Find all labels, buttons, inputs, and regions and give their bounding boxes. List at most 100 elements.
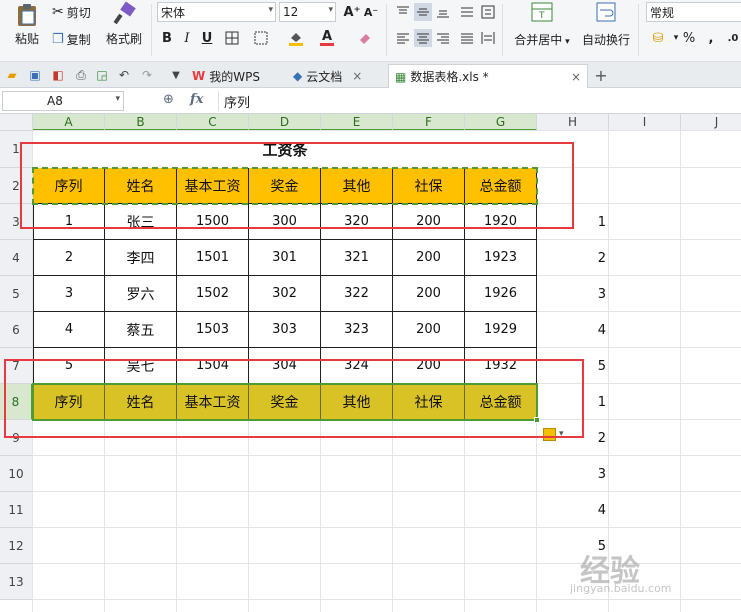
align-middle-button[interactable] (414, 3, 432, 21)
tab-spreadsheet[interactable]: ▦ 数据表格.xls * × (388, 64, 588, 88)
formula-input[interactable]: 序列 (224, 91, 250, 111)
format-painter-button[interactable]: 格式刷 (104, 2, 144, 46)
data-cell[interactable]: 200 (393, 312, 465, 348)
currency-button[interactable]: ⛁ (649, 29, 667, 47)
column-header[interactable]: J (681, 114, 741, 131)
data-cell[interactable]: 1929 (465, 312, 537, 348)
increase-font-button[interactable]: A⁺ (343, 3, 361, 21)
redo-icon: ↷ (141, 68, 153, 82)
align-left-button[interactable] (394, 29, 412, 47)
text-direction-button[interactable] (479, 3, 497, 21)
align-top-button[interactable] (394, 3, 412, 21)
comma-icon: , (708, 30, 714, 46)
data-cell[interactable]: 200 (393, 276, 465, 312)
cut-button[interactable]: ✂ 剪切 (52, 3, 91, 21)
data-cell[interactable]: 1501 (177, 240, 249, 276)
helper-cell[interactable]: 3 (537, 456, 606, 492)
data-cell[interactable]: 罗六 (105, 276, 177, 312)
align-bottom-button[interactable] (434, 3, 452, 21)
font-name-select[interactable]: 宋体 ▾ (157, 2, 276, 22)
font-size-select[interactable]: 12 ▾ (279, 2, 336, 22)
name-box[interactable]: A8 ▾ (2, 91, 124, 111)
open-folder-button[interactable]: ▰ (4, 67, 20, 83)
row-header[interactable]: 11 (0, 492, 33, 528)
column-header[interactable]: A (33, 114, 105, 131)
data-cell[interactable]: 200 (393, 240, 465, 276)
column-header[interactable]: C (177, 114, 249, 131)
svg-text:T: T (538, 11, 545, 21)
data-cell[interactable]: 303 (249, 312, 321, 348)
column-header[interactable]: H (537, 114, 609, 131)
undo-button[interactable]: ↶ (116, 67, 132, 83)
data-cell[interactable]: 3 (33, 276, 105, 312)
align-right-button[interactable] (434, 29, 452, 47)
row-header[interactable]: 13 (0, 564, 33, 600)
data-cell[interactable]: 4 (33, 312, 105, 348)
justify-button[interactable] (458, 29, 476, 47)
column-header[interactable]: B (105, 114, 177, 131)
wrap-lines-button[interactable] (458, 3, 476, 21)
data-cell[interactable]: 2 (33, 240, 105, 276)
row-header[interactable]: 5 (0, 276, 33, 312)
align-center-button[interactable] (414, 29, 432, 47)
data-cell[interactable]: 李四 (105, 240, 177, 276)
comma-button[interactable]: , (702, 29, 720, 47)
decimal-button[interactable]: .0 (724, 29, 741, 47)
row-header[interactable]: 6 (0, 312, 33, 348)
column-header[interactable]: I (609, 114, 681, 131)
data-cell[interactable]: 321 (321, 240, 393, 276)
data-cell[interactable]: 323 (321, 312, 393, 348)
copy-button[interactable]: ❐ 复制 (52, 30, 91, 48)
spreadsheet-grid[interactable]: ABCDEFGHIJ 1 2 3 4 5 6 7 8 9 10 11 12 13 工资条 序列 姓名 基本工资… (0, 114, 741, 612)
data-cell[interactable]: 1923 (465, 240, 537, 276)
insert-function-button[interactable]: fx (190, 92, 203, 107)
helper-cell[interactable]: 4 (537, 312, 606, 348)
print-preview-button[interactable]: ◲ (94, 67, 110, 83)
select-all-corner[interactable] (0, 114, 33, 131)
data-cell[interactable]: 1502 (177, 276, 249, 312)
paste-button[interactable]: 粘贴 (8, 2, 46, 46)
bold-button[interactable]: B (158, 29, 176, 47)
border-icon (225, 31, 239, 45)
new-tab-button[interactable]: + (593, 66, 609, 85)
data-cell[interactable]: 蔡五 (105, 312, 177, 348)
fill-color-button[interactable] (287, 29, 305, 47)
italic-button[interactable]: I (178, 29, 196, 47)
row-header[interactable]: 10 (0, 456, 33, 492)
helper-cell[interactable]: 4 (537, 492, 606, 528)
quick-access-menu[interactable]: ▼ (168, 67, 184, 83)
font-color-button[interactable]: A (318, 29, 336, 47)
tab-my-wps[interactable]: W 我的WPS (186, 64, 266, 88)
row-header[interactable]: 4 (0, 240, 33, 276)
number-format-select[interactable]: 常规 (646, 2, 741, 22)
magnifier-icon[interactable]: ⊕ (163, 92, 174, 107)
save-button[interactable]: ▣ (27, 67, 43, 83)
merge-center-button[interactable]: T 合并居中 ▾ (511, 2, 573, 47)
cell-style-button[interactable] (252, 29, 270, 47)
row-header[interactable]: 12 (0, 528, 33, 564)
percent-button[interactable]: % (680, 29, 698, 47)
helper-cell[interactable]: 2 (537, 240, 606, 276)
data-cell[interactable]: 322 (321, 276, 393, 312)
data-cell[interactable]: 302 (249, 276, 321, 312)
column-header[interactable]: G (465, 114, 537, 131)
column-header[interactable]: F (393, 114, 465, 131)
close-icon[interactable]: × (352, 69, 362, 83)
column-header[interactable]: E (321, 114, 393, 131)
helper-cell[interactable]: 3 (537, 276, 606, 312)
distribute-button[interactable] (479, 29, 497, 47)
print-button[interactable]: ⎙ (73, 67, 89, 83)
data-cell[interactable]: 301 (249, 240, 321, 276)
column-header[interactable]: D (249, 114, 321, 131)
export-pdf-button[interactable]: ◧ (50, 67, 66, 83)
clear-format-button[interactable] (356, 29, 374, 47)
data-cell[interactable]: 1503 (177, 312, 249, 348)
data-cell[interactable]: 1926 (465, 276, 537, 312)
border-button[interactable] (223, 29, 241, 47)
redo-button[interactable]: ↷ (139, 67, 155, 83)
tab-cloud-docs[interactable]: ◆ 云文档 × (287, 64, 368, 88)
auto-wrap-button[interactable]: 自动换行 (580, 2, 632, 47)
underline-button[interactable]: U (198, 29, 216, 47)
close-icon[interactable]: × (571, 70, 581, 84)
decrease-font-button[interactable]: A⁻ (362, 3, 380, 21)
